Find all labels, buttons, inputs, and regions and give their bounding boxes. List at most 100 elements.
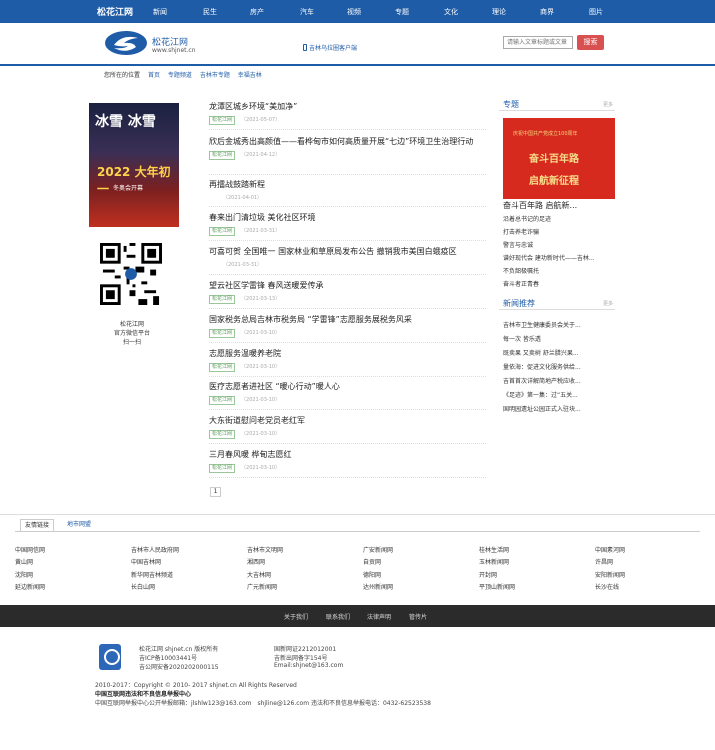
breadcrumb-special-channel[interactable]: 专题频道	[168, 72, 192, 79]
list-item[interactable]: 谱好现代会 建功新时代——吉林...	[503, 252, 615, 265]
friend-link[interactable]: 湘西网	[247, 557, 265, 566]
friend-link[interactable]: 长沙在线	[595, 582, 619, 591]
friend-link[interactable]: 新华网吉林频道	[131, 570, 173, 579]
friend-link[interactable]: 自贡网	[363, 557, 381, 566]
article-title[interactable]: 志愿服务温暖养老院	[209, 348, 486, 359]
security-badge-icon[interactable]	[99, 644, 121, 670]
friend-link[interactable]: 广安新闻网	[363, 545, 393, 554]
list-item[interactable]: 每一次 皆乐透	[503, 333, 615, 347]
article-title[interactable]: 望云社区学雷锋 春风送暖爱传承	[209, 280, 486, 291]
footer-icp[interactable]: 吉ICP备10003441号	[139, 653, 197, 662]
list-item[interactable]: 沿着总书记的足迹	[503, 213, 615, 226]
breadcrumb-jilin-special[interactable]: 吉林市专题	[200, 72, 230, 79]
special-heading: 专题	[503, 100, 519, 109]
friend-link[interactable]: 沈阳网	[15, 570, 33, 579]
friend-link[interactable]: 吉林市人民政府网	[131, 545, 179, 554]
nav-item-video[interactable]: 视频	[347, 7, 361, 17]
list-item: 大东街道慰问老党员老红军 松花江网 （2021-03-10）	[209, 415, 486, 444]
article-title[interactable]: 三月春风暖 桦甸志愿红	[209, 449, 486, 460]
article-date: （2021-03-10）	[241, 397, 281, 403]
list-item[interactable]: 吉首首次详解简地产税应收...	[503, 375, 615, 389]
special-banner[interactable]: 庆祝中国共产党成立100周年 奋斗百年路 启航新征程	[503, 118, 615, 199]
friend-link[interactable]: 广元新闻网	[247, 582, 277, 591]
banner-caption: 庆祝中国共产党成立100周年	[513, 131, 578, 137]
qr-caption-platform: 官方微信平台	[113, 330, 150, 337]
friend-link[interactable]: 达州新闻网	[363, 582, 393, 591]
footer-email[interactable]: Email:shjnet@163.com	[274, 662, 343, 669]
list-item[interactable]: 量依海：促进文化服务供给...	[503, 361, 615, 375]
nav-item-news[interactable]: 新闻	[153, 7, 167, 17]
article-tag: 松花江网	[209, 227, 236, 236]
list-item: 志愿服务温暖养老院 松花江网 （2021-03-10）	[209, 348, 486, 377]
list-item[interactable]: 不负韶极嘱托	[503, 265, 615, 278]
site-logo-icon[interactable]	[104, 30, 148, 56]
list-item: 春来出门清垃圾 美化社区环境 松花江网 （2021-03-31）	[209, 212, 486, 241]
friend-link[interactable]: 黄山网	[15, 557, 33, 566]
friend-link[interactable]: 中国吉林网	[131, 557, 161, 566]
friend-link[interactable]: 桂林生活网	[479, 545, 509, 554]
friend-link[interactable]: 玉林新闻网	[479, 557, 509, 566]
recommend-more-link[interactable]: 更多	[603, 300, 613, 307]
friend-link[interactable]: 安阳新闻网	[595, 570, 625, 579]
footer-nav: 关于我们 联系我们 法律声明 管传片	[0, 605, 715, 627]
nav-item-business[interactable]: 商界	[540, 7, 554, 17]
friend-link[interactable]: 中国素河网	[595, 545, 625, 554]
nav-item-theory[interactable]: 理论	[492, 7, 506, 17]
article-title[interactable]: 大东街道慰问老党员老红军	[209, 415, 486, 426]
search-button[interactable]: 搜索	[577, 35, 604, 50]
nav-item-pictures[interactable]: 图片	[589, 7, 603, 17]
friend-link[interactable]: 中国网信网	[15, 545, 45, 554]
breadcrumb-happy-jilin[interactable]: 幸福吉林	[238, 72, 262, 79]
nav-item-culture[interactable]: 文化	[444, 7, 458, 17]
list-item: 欣后金城秀出高颜值——看桦甸市如何高质量开展“七边”环境卫生治理行动 松花江网 （…	[209, 136, 486, 175]
list-item[interactable]: 吉林市卫生健康委员会关于...	[503, 319, 615, 333]
list-item[interactable]: 警言与忠诚	[503, 239, 615, 252]
pagination-page-1[interactable]: 1	[210, 487, 221, 497]
article-title[interactable]: 再擂战鼓踏新程	[209, 179, 486, 190]
list-item: 望云社区学雷锋 春风送暖爱传承 松花江网 （2021-03-13）	[209, 280, 486, 309]
cover-subtitle: 冬奥会开幕	[113, 185, 144, 192]
friend-link[interactable]: 长白山网	[131, 582, 155, 591]
nav-item-realestate[interactable]: 房产	[250, 7, 264, 17]
article-title[interactable]: 可喜可贺 全国唯一 国家林业和草原局发布公告 撤销我市美国白蛾疫区	[209, 246, 486, 257]
nav-item-livelihood[interactable]: 民生	[203, 7, 217, 17]
list-item[interactable]: 《足迹》第一集：过“五关...	[503, 389, 615, 403]
breadcrumb-home[interactable]: 首页	[148, 72, 160, 79]
mobile-client-link[interactable]: 吉林乌拉圈客户端	[303, 43, 357, 52]
list-item: 三月春风暖 桦甸志愿红 松花江网 （2021-03-10）	[209, 449, 486, 478]
list-item[interactable]: 国明园遗址公园正式入驻块...	[503, 403, 615, 417]
list-item: 龙潭区城乡环境“美加净” 松花江网 （2021-05-07）	[209, 101, 486, 130]
footer-about[interactable]: 关于我们	[284, 612, 308, 621]
article-title[interactable]: 国家税务总局吉林市税务局 “学雷锋”志愿服务展税务风采	[209, 314, 486, 325]
friend-link[interactable]: 开封网	[479, 570, 497, 579]
special-feature-title[interactable]: 奋斗百年路 启航新...	[503, 200, 577, 211]
friend-link[interactable]: 大吉林网	[247, 570, 271, 579]
friend-link[interactable]: 平顶山新闻网	[479, 582, 515, 591]
nav-item-auto[interactable]: 汽车	[300, 7, 314, 17]
friend-link[interactable]: 许昌网	[595, 557, 613, 566]
article-title[interactable]: 医疗志愿者进社区 “暖心行动”暖人心	[209, 381, 486, 392]
footer-contact[interactable]: 联系我们	[326, 612, 350, 621]
nav-item-special[interactable]: 专题	[395, 7, 409, 17]
article-title[interactable]: 春来出门清垃圾 美化社区环境	[209, 212, 486, 223]
footer-report-center[interactable]: 中国互联网违法和不良信息举报中心	[95, 689, 191, 698]
cover-image[interactable]: 冰雪 冰雪 2022 大年初一 冬奥会开幕	[89, 103, 179, 227]
footer-promo[interactable]: 管传片	[409, 612, 427, 621]
friend-link[interactable]: 延边新闻网	[15, 582, 45, 591]
list-item[interactable]: 打击养老诈骗	[503, 226, 615, 239]
footer-legal[interactable]: 法律声明	[367, 612, 391, 621]
article-title[interactable]: 欣后金城秀出高颜值——看桦甸市如何高质量开展“七边”环境卫生治理行动	[209, 136, 486, 147]
friend-link[interactable]: 德阳网	[363, 570, 381, 579]
article-date: （2021-05-07）	[241, 117, 281, 123]
qr-caption-scan: 扫一扫	[122, 339, 141, 346]
logo-url: www.shjnet.cn	[152, 47, 196, 54]
article-title[interactable]: 龙潭区城乡环境“美加净”	[209, 101, 486, 112]
search-input[interactable]	[503, 36, 573, 49]
friend-link[interactable]: 吉林市文明网	[247, 545, 283, 554]
special-more-link[interactable]: 更多	[603, 101, 613, 108]
list-item[interactable]: 既卖果 又卖树 舒兰腊兴果...	[503, 347, 615, 361]
footer-police-record[interactable]: 吉公网安备2020202000115	[139, 662, 219, 671]
article-date: （2021-04-01）	[223, 195, 263, 201]
list-item[interactable]: 奋斗者正青春	[503, 278, 615, 291]
site-brand[interactable]: 松花江网	[97, 5, 133, 18]
